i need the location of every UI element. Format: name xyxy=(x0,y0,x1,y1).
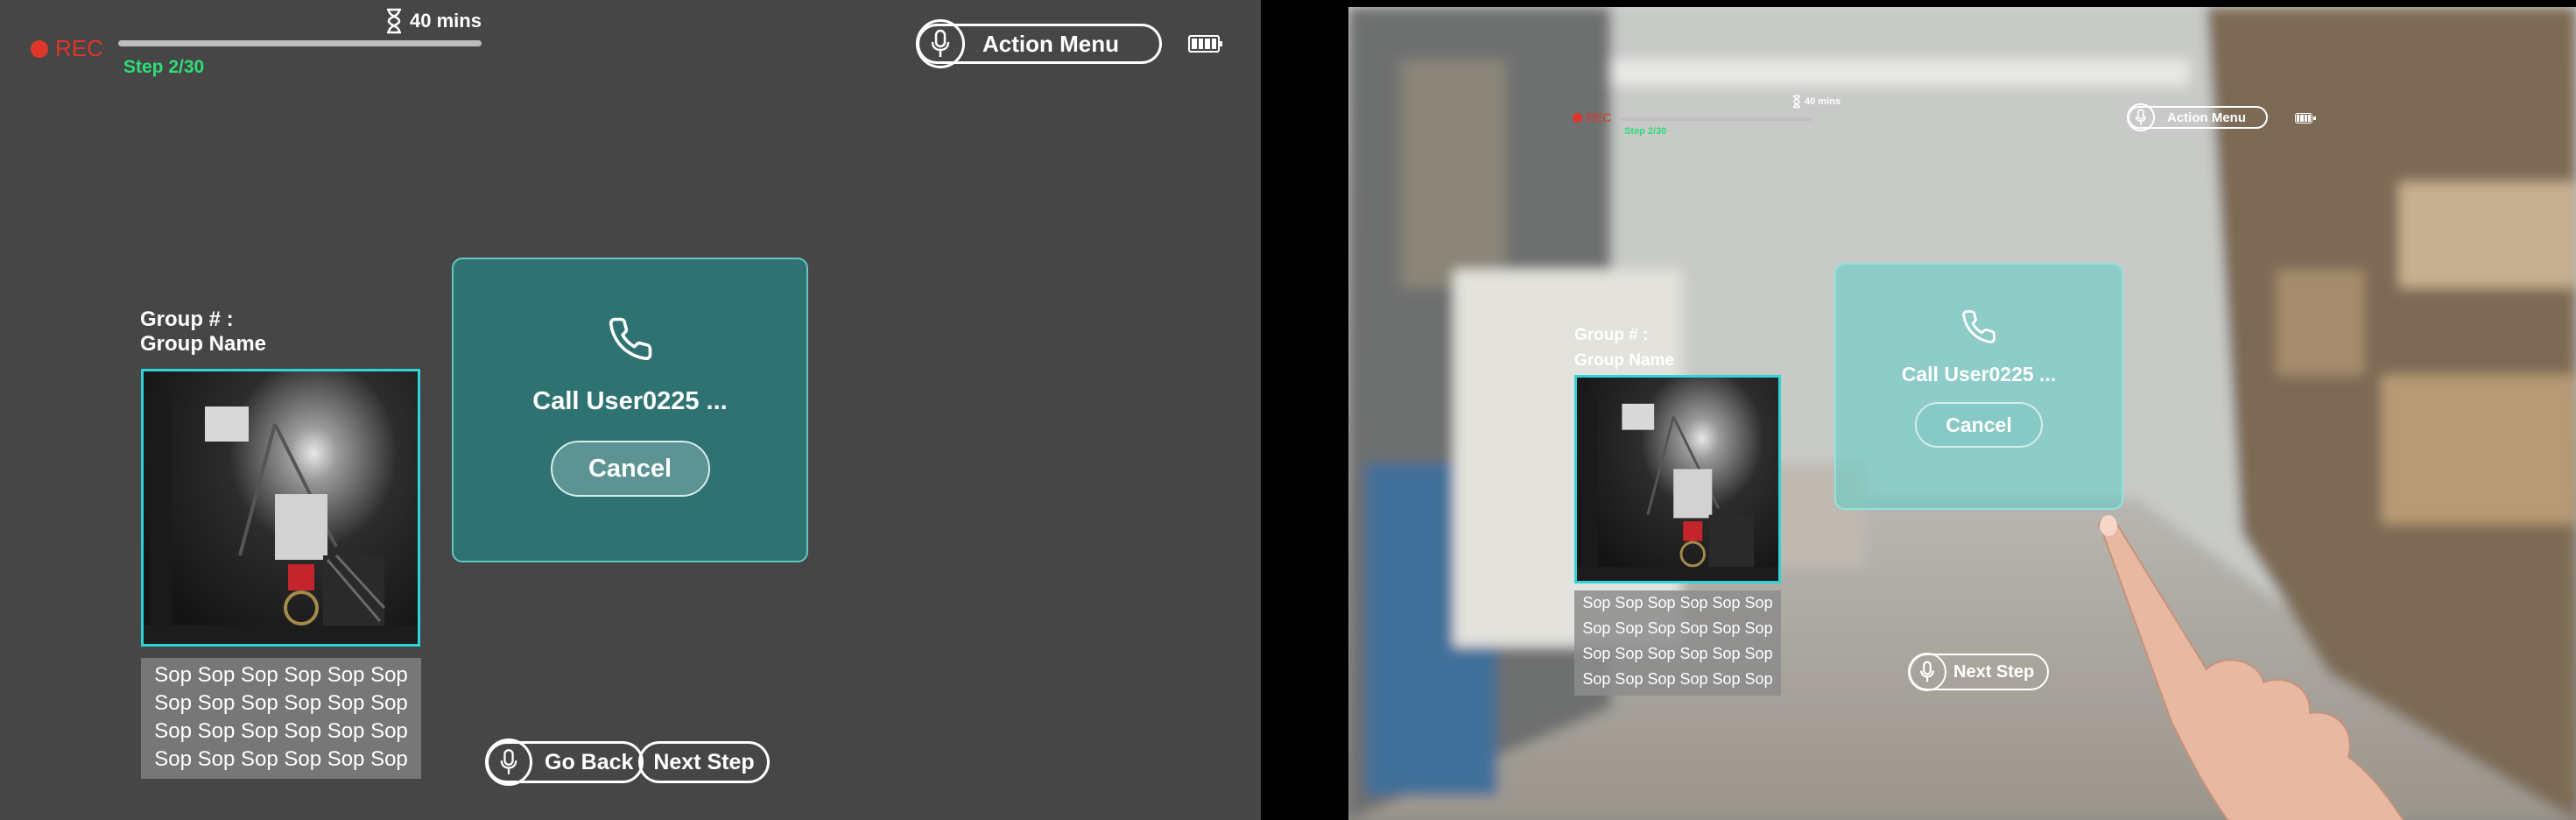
step-label: Step 2/30 xyxy=(1624,126,1667,137)
next-step-button[interactable]: Next Step xyxy=(638,741,770,783)
group-info: Group # : Group Name xyxy=(1574,322,1674,373)
action-menu-button[interactable]: Action Menu xyxy=(2127,103,2268,131)
battery-icon xyxy=(2295,113,2316,124)
sop-line: Sop Sop Sop Sop Sop Sop xyxy=(1582,670,1773,688)
left-panel: REC 40 mins Step 2/30 Action Menu Group … xyxy=(0,0,1261,820)
microphone-icon xyxy=(485,739,532,786)
hourglass-icon xyxy=(387,8,401,34)
cancel-button[interactable]: Cancel xyxy=(550,441,710,497)
progress-bar xyxy=(118,40,482,46)
go-back-button[interactable]: Go Back xyxy=(485,739,644,786)
group-number: Group # : xyxy=(140,308,234,331)
sop-thumbnail-image[interactable] xyxy=(1574,375,1781,583)
next-step-button[interactable]: Next Step xyxy=(1908,653,2049,691)
microphone-icon xyxy=(1908,653,1946,691)
microphone-icon xyxy=(2127,103,2155,131)
phone-icon xyxy=(609,317,651,361)
sop-line: Sop Sop Sop Sop Sop Sop xyxy=(1582,594,1773,611)
rec-indicator: REC xyxy=(1573,110,1612,124)
rec-indicator: REC xyxy=(31,35,103,62)
voice-nav-bar: Go Back Next Step xyxy=(485,739,770,786)
action-menu-label: Action Menu xyxy=(2167,110,2246,125)
sop-text-block: Sop Sop Sop Sop Sop Sop Sop Sop Sop Sop … xyxy=(1574,590,1781,696)
sop-thumbnail-image[interactable] xyxy=(141,369,420,647)
sop-text-block: Sop Sop Sop Sop Sop Sop Sop Sop Sop Sop … xyxy=(141,658,421,779)
action-menu-button[interactable]: Action Menu xyxy=(916,19,1162,68)
next-step-label: Next Step xyxy=(1953,661,2035,682)
timer-label: 40 mins xyxy=(1805,96,1841,107)
cancel-button[interactable]: Cancel xyxy=(1915,402,2043,448)
call-text: Call User0225 ... xyxy=(1901,363,2057,385)
sop-line: Sop Sop Sop Sop Sop Sop xyxy=(154,691,408,715)
rec-label: REC xyxy=(1586,110,1612,124)
next-step-label: Next Step xyxy=(653,749,755,774)
step-label: Step 2/30 xyxy=(123,57,205,77)
call-text: Call User0225 ... xyxy=(532,387,728,415)
timer: 40 mins xyxy=(385,8,482,34)
sop-line: Sop Sop Sop Sop Sop Sop xyxy=(154,663,408,687)
sop-line: Sop Sop Sop Sop Sop Sop xyxy=(1582,645,1773,662)
group-name: Group Name xyxy=(1574,351,1675,370)
phone-icon xyxy=(1962,310,1995,343)
rec-label: REC xyxy=(55,35,103,61)
sop-line: Sop Sop Sop Sop Sop Sop xyxy=(1582,619,1773,637)
rec-dot-icon xyxy=(1573,112,1582,123)
group-number: Group # : xyxy=(1574,326,1649,344)
call-dialog: Call User0225 ... Cancel xyxy=(1834,263,2123,510)
progress-bar xyxy=(1621,117,1812,121)
action-menu-label: Action Menu xyxy=(982,30,1119,57)
go-back-label: Go Back xyxy=(545,749,634,774)
call-dialog: Call User0225 ... Cancel xyxy=(452,258,808,562)
microphone-icon xyxy=(916,19,965,68)
timer-label: 40 mins xyxy=(410,10,482,32)
battery-icon xyxy=(1188,35,1222,53)
group-info: Group # : Group Name xyxy=(140,308,266,357)
hourglass-icon xyxy=(1793,95,1800,109)
ar-preview-background: REC 40 mins Step 2/30 Action Menu Group … xyxy=(1348,7,2576,820)
pointing-hand-image xyxy=(2098,515,2404,820)
sop-line: Sop Sop Sop Sop Sop Sop xyxy=(154,719,408,743)
sop-line: Sop Sop Sop Sop Sop Sop xyxy=(154,747,408,771)
rec-dot-icon xyxy=(31,39,48,58)
group-name: Group Name xyxy=(140,332,267,356)
timer: 40 mins xyxy=(1792,95,1841,109)
